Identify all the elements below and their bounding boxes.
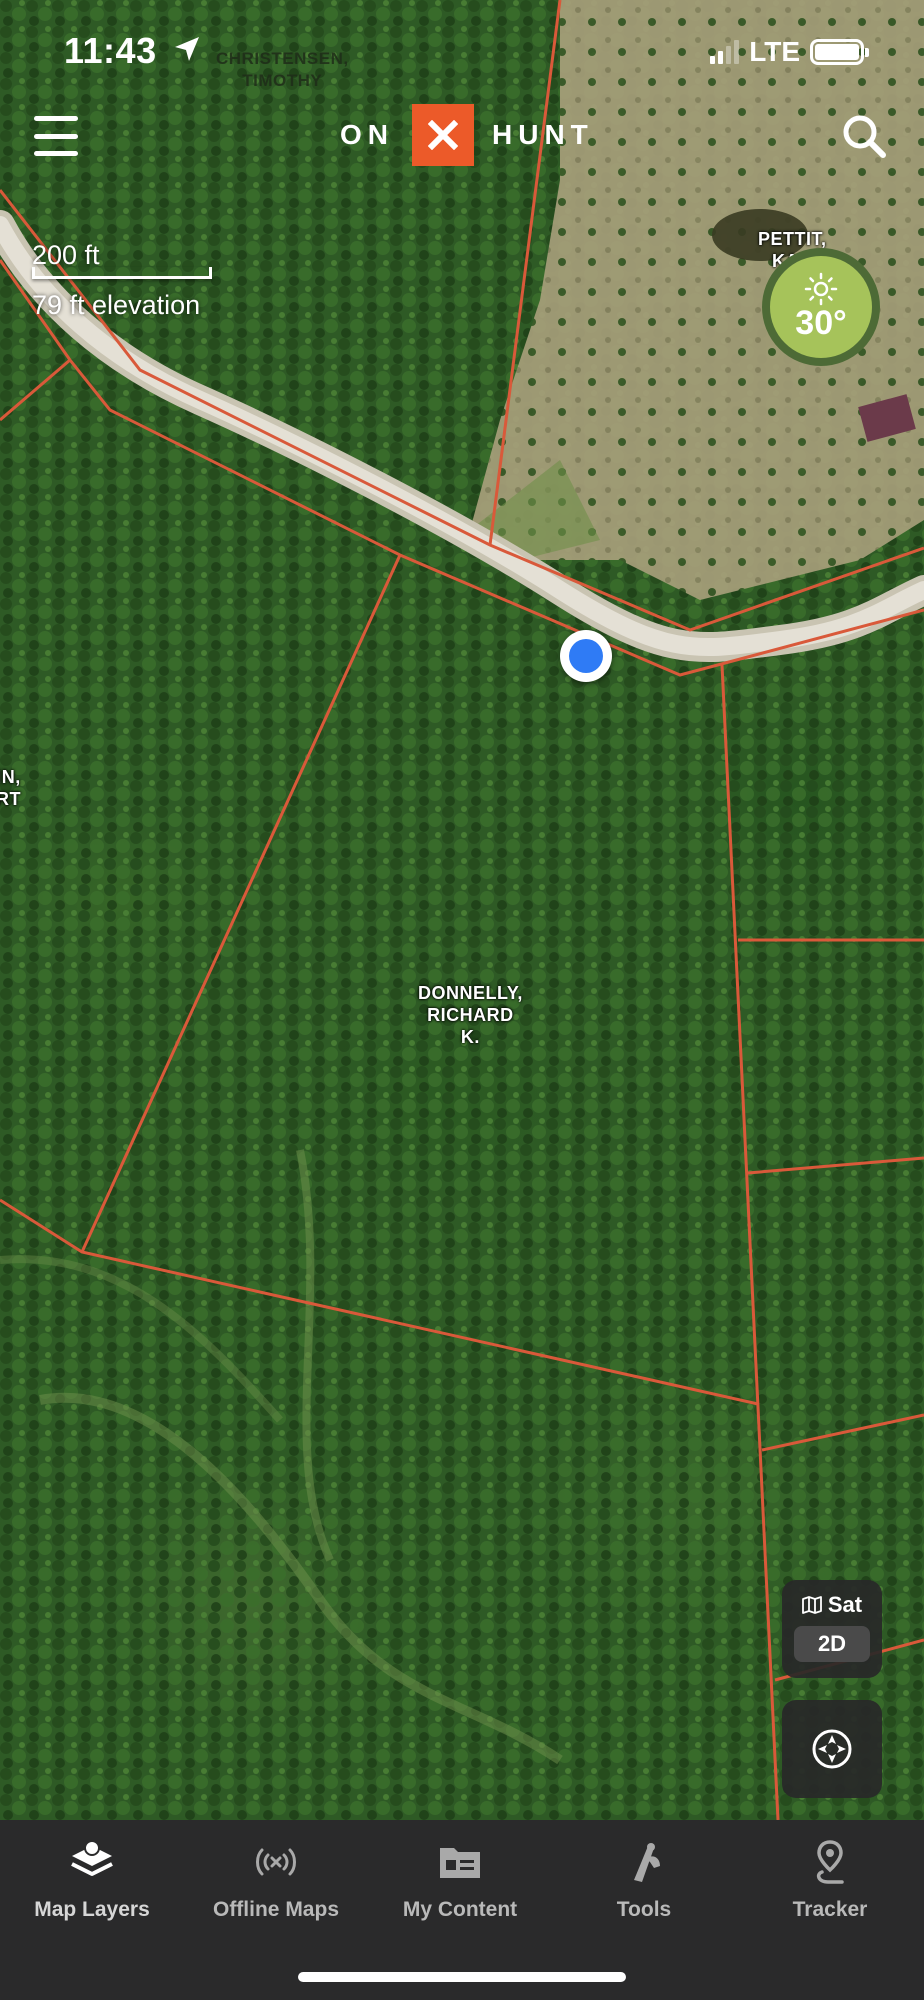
logo-mark [412, 104, 474, 166]
logo-text-right: HUNT [492, 119, 594, 150]
layers-icon [71, 1840, 113, 1876]
battery-icon [810, 39, 869, 65]
tracker-icon [816, 1840, 844, 1884]
tab-tracker[interactable]: Tracker [738, 1836, 922, 1922]
logo-x-icon [428, 120, 458, 150]
signal-icon [710, 40, 740, 64]
user-location-dot [560, 630, 612, 682]
status-time: 11:43 [64, 30, 157, 71]
map-icon [801, 1596, 822, 1614]
tab-label: My Content [402, 1898, 518, 1921]
tab-offline-maps[interactable]: Offline Maps [184, 1836, 368, 1922]
recenter-button[interactable] [782, 1700, 882, 1798]
owner-label-donnelly: DONNELLY, RICHARD K. [418, 983, 523, 1047]
tab-label: Tracker [792, 1898, 868, 1921]
tab-label: Tools [616, 1898, 672, 1921]
map-type-label: Sat [827, 1592, 863, 1617]
menu-button[interactable] [34, 116, 78, 156]
network-label: LTE [749, 36, 800, 67]
weather-button[interactable]: 30° [762, 248, 880, 366]
tools-icon [634, 1843, 660, 1882]
logo-text-left: ON [340, 119, 394, 150]
location-arrow-icon [175, 37, 199, 61]
home-indicator[interactable] [298, 1972, 626, 1982]
folder-icon [440, 1848, 480, 1878]
tab-label: Offline Maps [212, 1898, 339, 1921]
offline-icon [256, 1848, 296, 1876]
tab-my-content[interactable]: My Content [368, 1836, 552, 1922]
search-icon[interactable] [838, 110, 890, 162]
scale-indicator: 200 ft [32, 240, 212, 279]
compass-icon [812, 1729, 852, 1769]
tab-label: Map Layers [34, 1898, 150, 1921]
app-logo: ON HUNT [340, 104, 594, 166]
sun-icon [804, 272, 838, 305]
tab-map-layers[interactable]: Map Layers [0, 1836, 184, 1922]
weather-temperature: 30° [795, 303, 847, 342]
map-type-toggle[interactable]: Sat 2D [782, 1580, 882, 1678]
owner-label-christensen: CHRISTENSEN, TIMOTHY [216, 49, 349, 90]
map-mode-button[interactable]: 2D [794, 1626, 870, 1662]
map-view[interactable]: CHRISTENSEN, TIMOTHY PETTIT, KAR IN, RT … [0, 0, 924, 1820]
tab-tools[interactable]: Tools [552, 1836, 736, 1922]
status-indicators: LTE [710, 36, 869, 68]
owner-label-partial: IN, RT [0, 767, 21, 809]
elevation-readout: 79 ft elevation [32, 290, 201, 320]
